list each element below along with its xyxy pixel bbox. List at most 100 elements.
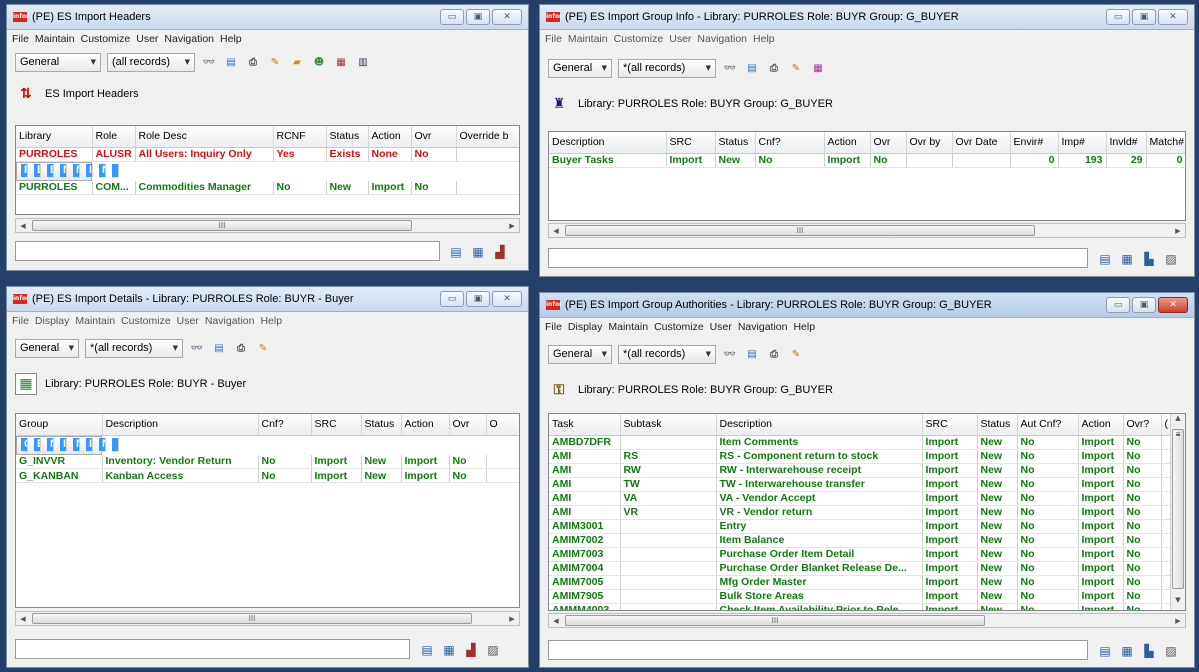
- col-group[interactable]: Group: [16, 414, 103, 436]
- edit-sheet-icon[interactable]: ▨: [1162, 642, 1180, 660]
- col-role[interactable]: Role: [92, 126, 136, 148]
- grid-view-icon[interactable]: ▦: [1118, 642, 1136, 660]
- edit-icon[interactable]: ✎: [788, 60, 804, 76]
- filter-select[interactable]: *(all records) ▼: [618, 58, 716, 78]
- col-ovr[interactable]: Ovr: [870, 132, 907, 154]
- col-ovr[interactable]: Ovr: [449, 414, 487, 436]
- menu-file[interactable]: File: [12, 315, 29, 327]
- printer-icon[interactable]: ⎙: [766, 60, 782, 76]
- menu-user[interactable]: User: [669, 33, 691, 45]
- col-ovr-date[interactable]: Ovr Date: [952, 132, 1011, 154]
- scroll-right-icon[interactable]: ▶: [505, 615, 519, 623]
- maximize-button[interactable]: ▣: [466, 291, 490, 307]
- table-row[interactable]: AMIM3001 Entry Import New No Import No: [549, 519, 1173, 534]
- menu-navigation[interactable]: Navigation: [738, 321, 788, 333]
- col-action[interactable]: Action: [401, 414, 450, 436]
- search-report-icon[interactable]: ▤: [211, 340, 227, 356]
- edit-icon[interactable]: ✎: [267, 54, 283, 70]
- table-row[interactable]: AMI VA VA - Vendor Accept Import New No Import…: [549, 491, 1173, 506]
- scroll-left-icon[interactable]: ◀: [16, 222, 30, 230]
- col-action[interactable]: Action: [824, 132, 871, 154]
- search-report-icon[interactable]: ▤: [744, 346, 760, 362]
- menu-customize[interactable]: Customize: [654, 321, 704, 333]
- horizontal-scrollbar[interactable]: ◀ III ▶: [548, 223, 1186, 238]
- filter-select[interactable]: (all records) ▼: [107, 52, 195, 72]
- col-description[interactable]: Description: [549, 132, 667, 154]
- title-bar[interactable]: infor (PE) ES Import Group Info - Library…: [540, 5, 1194, 30]
- table-row[interactable]: PURROLES ALUSR All Users: Inquiry Only Yes E…: [16, 147, 519, 162]
- printer-icon[interactable]: ⎙: [766, 346, 782, 362]
- col-description[interactable]: Description: [102, 414, 259, 436]
- menu-user[interactable]: User: [710, 321, 732, 333]
- col-src[interactable]: SRC: [311, 414, 362, 436]
- table-row[interactable]: AMI VR VR - Vendor return Import New No Import…: [549, 505, 1173, 520]
- col-ovr-by[interactable]: Ovr by: [906, 132, 953, 154]
- horizontal-scrollbar[interactable]: ◀ III ▶: [548, 613, 1186, 628]
- layout-icon[interactable]: ▤: [418, 641, 436, 659]
- menu-display[interactable]: Display: [568, 321, 602, 333]
- col-role-desc[interactable]: Role Desc: [135, 126, 274, 148]
- horizontal-scrollbar[interactable]: ◀ III ▶: [15, 611, 520, 626]
- scroll-left-icon[interactable]: ◀: [16, 615, 30, 623]
- col-src[interactable]: SRC: [666, 132, 716, 154]
- col-invld[interactable]: Invld#: [1106, 132, 1147, 154]
- table-row[interactable]: AMI RW RW - Interwarehouse receipt Import Ne…: [549, 463, 1173, 478]
- title-bar[interactable]: infor (PE) ES Import Details - Library: P…: [7, 287, 528, 312]
- chart-icon[interactable]: ▟: [491, 243, 509, 261]
- col-match[interactable]: Match#: [1146, 132, 1185, 154]
- edit-icon[interactable]: ✎: [255, 340, 271, 356]
- scroll-thumb[interactable]: III: [32, 613, 472, 624]
- minimize-button[interactable]: ▭: [440, 9, 464, 25]
- col-status[interactable]: Status: [715, 132, 756, 154]
- scroll-right-icon[interactable]: ▶: [1171, 617, 1185, 625]
- menu-customize[interactable]: Customize: [614, 33, 664, 45]
- menu-user[interactable]: User: [177, 315, 199, 327]
- menu-user[interactable]: User: [136, 33, 158, 45]
- col-action[interactable]: Action: [1078, 414, 1124, 436]
- edit-sheet-icon[interactable]: ▨: [1162, 250, 1180, 268]
- vertical-scrollbar[interactable]: ▲ ≡ ▼: [1170, 414, 1185, 610]
- col-cnf[interactable]: Cnf?: [258, 414, 312, 436]
- table-row[interactable]: PURROLES COM... Commodities Manager No New Im…: [16, 180, 519, 195]
- close-button[interactable]: ✕: [1158, 297, 1188, 313]
- menu-maintain[interactable]: Maintain: [568, 33, 608, 45]
- edit-sheet-icon[interactable]: ▨: [484, 641, 502, 659]
- title-bar[interactable]: infor (PE) ES Import Group Authorities - …: [540, 293, 1194, 318]
- table-row[interactable]: AMI TW TW - Interwarehouse transfer Import N…: [549, 477, 1173, 492]
- scroll-thumb[interactable]: III: [565, 225, 1035, 236]
- menu-file[interactable]: File: [545, 321, 562, 333]
- col-status[interactable]: Status: [977, 414, 1018, 436]
- view-select[interactable]: General ▼: [548, 344, 612, 364]
- col-task[interactable]: Task: [549, 414, 621, 436]
- menu-maintain[interactable]: Maintain: [608, 321, 648, 333]
- scroll-left-icon[interactable]: ◀: [549, 227, 563, 235]
- chart-icon[interactable]: ▙: [1140, 642, 1158, 660]
- filter-select[interactable]: *(all records) ▼: [618, 344, 716, 364]
- col-action[interactable]: Action: [368, 126, 412, 148]
- title-bar[interactable]: infor (PE) ES Import Headers ▭ ▣ ✕: [7, 5, 528, 30]
- menu-navigation[interactable]: Navigation: [697, 33, 747, 45]
- close-button[interactable]: ✕: [492, 9, 522, 25]
- col-status[interactable]: Status: [326, 126, 369, 148]
- tree-icon[interactable]: ▥: [355, 54, 371, 70]
- chart-icon[interactable]: ▟: [462, 641, 480, 659]
- minimize-button[interactable]: ▭: [1106, 297, 1130, 313]
- col-status[interactable]: Status: [361, 414, 402, 436]
- col-subtask[interactable]: Subtask: [620, 414, 717, 436]
- menu-display[interactable]: Display: [35, 315, 69, 327]
- menu-navigation[interactable]: Navigation: [205, 315, 255, 327]
- view-select[interactable]: General ▼: [548, 58, 612, 78]
- scroll-thumb[interactable]: ≡: [1172, 429, 1184, 589]
- edit-icon[interactable]: ✎: [788, 346, 804, 362]
- col-cnf[interactable]: Cnf?: [755, 132, 825, 154]
- table-row[interactable]: G_KANBAN Kanban Access No Import New Import No: [16, 468, 519, 483]
- table-row[interactable]: AMIM7002 Item Balance Import New No Import No: [549, 533, 1173, 548]
- table-row[interactable]: AMIM7905 Bulk Store Areas Import New No Impor…: [549, 589, 1173, 604]
- view-select[interactable]: General ▼: [15, 338, 79, 358]
- menu-file[interactable]: File: [12, 33, 29, 45]
- chart-icon[interactable]: ▙: [1140, 250, 1158, 268]
- menu-maintain[interactable]: Maintain: [75, 315, 115, 327]
- layout-icon[interactable]: ▤: [1096, 250, 1114, 268]
- scroll-up-icon[interactable]: ▲: [1171, 414, 1185, 428]
- col-override-by[interactable]: Override b: [456, 126, 519, 148]
